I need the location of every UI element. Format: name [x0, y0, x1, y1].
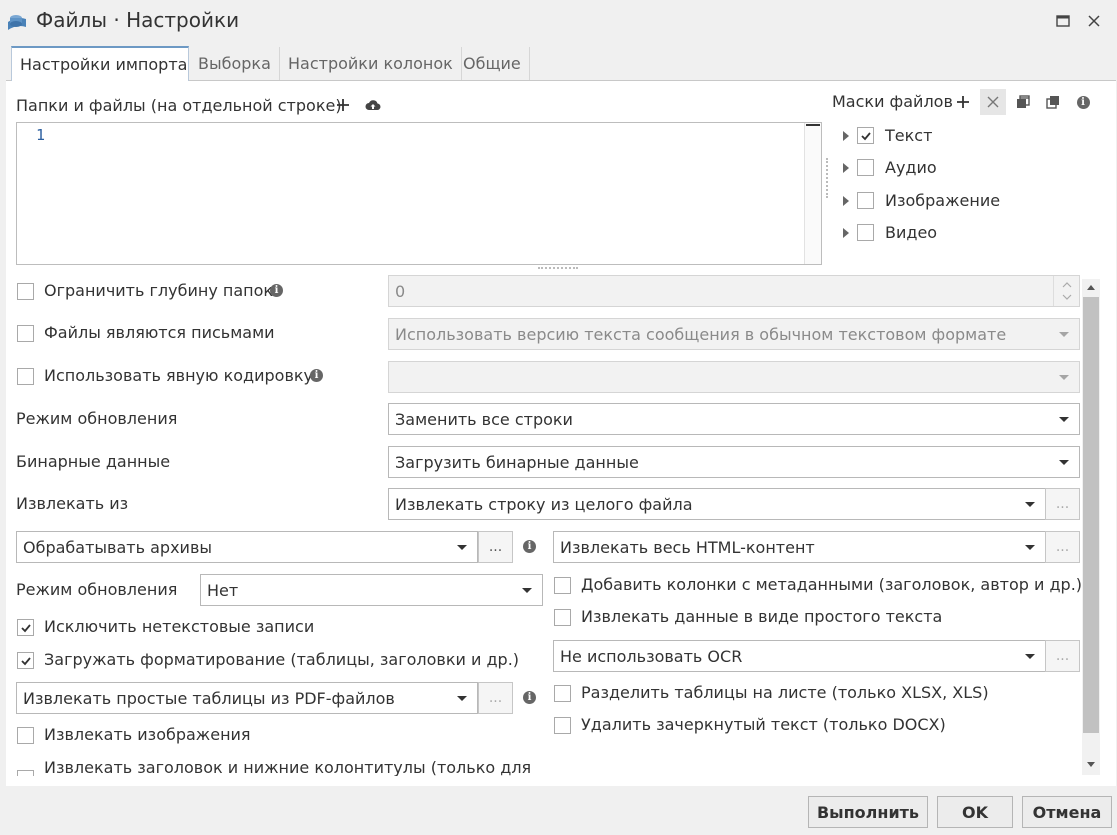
mask-video-label: Видео: [885, 223, 938, 242]
strikethrough-label: Удалить зачеркнутый текст (только DOCX): [581, 715, 946, 734]
emails-checkbox[interactable]: [17, 325, 34, 342]
masks-label: Маски файлов: [832, 92, 953, 111]
extract-images-checkbox[interactable]: [17, 727, 34, 744]
emails-label: Файлы являются письмами: [44, 323, 275, 342]
mask-audio-label: Аудио: [885, 158, 937, 177]
load-formatting-label: Загружать форматирование (таблицы, загол…: [44, 650, 520, 669]
tab-import-settings[interactable]: Настройки импорта: [11, 46, 189, 81]
ocr-select[interactable]: Не использовать OCR: [553, 640, 1046, 672]
pdf-tables-select[interactable]: Извлекать простые таблицы из PDF-файлов: [16, 682, 478, 714]
splitter-handle[interactable]: [826, 158, 829, 198]
load-formatting-checkbox[interactable]: [17, 652, 34, 669]
encoding-checkbox[interactable]: [17, 368, 34, 385]
depth-value: 0: [395, 281, 406, 301]
add-icon[interactable]: [333, 95, 353, 115]
depth-spinner[interactable]: 0: [388, 275, 1080, 307]
tab-selection[interactable]: Выборка: [190, 47, 280, 80]
binary-select[interactable]: Загрузить бинарные данные: [388, 446, 1080, 478]
metadata-cols-checkbox[interactable]: [554, 577, 571, 594]
limit-depth-label: Ограничить глубину папок: [44, 281, 274, 300]
update-mode2-select[interactable]: Нет: [200, 574, 543, 606]
mask-text-label: Текст: [885, 126, 933, 145]
remove-mask-icon[interactable]: [980, 89, 1006, 115]
update-mode2-value: Нет: [207, 580, 239, 600]
run-button[interactable]: Выполнить: [808, 796, 928, 828]
editor-scrollbar[interactable]: [804, 123, 821, 264]
copy-all-icon[interactable]: [1043, 92, 1063, 112]
html-select[interactable]: Извлекать весь HTML-контент: [553, 531, 1046, 563]
resize-handle[interactable]: [538, 267, 578, 270]
maximize-button[interactable]: [1052, 10, 1074, 32]
info-icon[interactable]: i: [523, 691, 536, 704]
update-mode2-label: Режим обновления: [16, 580, 178, 599]
split-tables-label: Разделить таблицы на листе (только XLSX,…: [581, 683, 989, 702]
title-bar: Файлы · Настройки: [0, 0, 1117, 44]
expand-arrow-icon[interactable]: [843, 228, 849, 238]
archives-more-button[interactable]: ...: [478, 531, 513, 563]
html-more-button[interactable]: ...: [1045, 531, 1080, 563]
update-mode-select[interactable]: Заменить все строки: [388, 403, 1080, 435]
headers-footers-checkbox[interactable]: [17, 770, 34, 776]
metadata-cols-label: Добавить колонки с метаданными (заголово…: [581, 575, 1083, 594]
info-icon[interactable]: i: [310, 369, 323, 382]
mask-text-checkbox[interactable]: [857, 127, 874, 144]
archives-select[interactable]: Обрабатывать архивы: [16, 531, 478, 563]
update-mode-label: Режим обновления: [16, 409, 178, 428]
window-title: Файлы · Настройки: [36, 8, 240, 32]
archives-value: Обрабатывать архивы: [23, 537, 213, 557]
ok-button[interactable]: OK: [937, 796, 1013, 828]
database-stack-icon: [6, 10, 28, 32]
expand-arrow-icon[interactable]: [843, 163, 849, 173]
tab-general[interactable]: Общие: [455, 47, 530, 80]
split-tables-checkbox[interactable]: [554, 685, 571, 702]
tab-column-settings[interactable]: Настройки колонок: [280, 47, 462, 80]
mask-image-checkbox[interactable]: [857, 192, 874, 209]
exclude-nontext-checkbox[interactable]: [17, 619, 34, 636]
extract-images-label: Извлекать изображения: [44, 725, 251, 744]
strikethrough-checkbox[interactable]: [554, 717, 571, 734]
extract-from-value: Извлекать строку из целого файла: [395, 494, 693, 514]
info-icon[interactable]: i: [1073, 92, 1093, 112]
email-version-select[interactable]: Использовать версию текста сообщения в о…: [388, 318, 1080, 350]
info-icon[interactable]: i: [270, 284, 283, 297]
headers-footers-label: Извлекать заголовок и нижние колонтитулы…: [44, 758, 532, 776]
cancel-button[interactable]: Отмена: [1022, 796, 1112, 828]
mask-image-label: Изображение: [885, 191, 1001, 210]
clip-region: Извлекать заголовок и нижние колонтитулы…: [0, 756, 1080, 776]
expand-arrow-icon[interactable]: [843, 131, 849, 141]
html-value: Извлекать весь HTML-контент: [560, 537, 815, 557]
exclude-nontext-label: Исключить нетекстовые записи: [44, 617, 315, 636]
cloud-upload-icon[interactable]: [363, 95, 383, 115]
limit-depth-checkbox[interactable]: [17, 283, 34, 300]
add-mask-icon[interactable]: [953, 92, 973, 112]
plain-text-checkbox[interactable]: [554, 609, 571, 626]
plain-text-label: Извлекать данные в виде простого текста: [581, 607, 943, 626]
ocr-value: Не использовать OCR: [560, 646, 743, 666]
pdf-tables-value: Извлекать простые таблицы из PDF-файлов: [23, 688, 395, 708]
binary-label: Бинарные данные: [16, 452, 171, 471]
extract-from-select[interactable]: Извлекать строку из целого файла: [388, 488, 1046, 520]
spinner-arrows[interactable]: [1053, 276, 1079, 306]
line-number: 1: [36, 126, 46, 144]
close-button[interactable]: [1083, 10, 1105, 32]
binary-value: Загрузить бинарные данные: [395, 452, 639, 472]
encoding-label: Использовать явную кодировку: [44, 366, 313, 385]
mask-audio-checkbox[interactable]: [857, 159, 874, 176]
mask-video-checkbox[interactable]: [857, 224, 874, 241]
encoding-select[interactable]: [388, 361, 1080, 393]
info-icon[interactable]: i: [523, 540, 536, 553]
folders-label: Папки и файлы (на отдельной строке): [16, 96, 342, 115]
extract-from-more-button[interactable]: ...: [1045, 488, 1080, 520]
ocr-more-button[interactable]: ...: [1045, 640, 1080, 672]
scrollbar-thumb[interactable]: [1083, 297, 1099, 733]
pdf-tables-more-button[interactable]: ...: [478, 682, 513, 714]
update-mode-value: Заменить все строки: [395, 409, 573, 429]
expand-arrow-icon[interactable]: [843, 196, 849, 206]
email-version-value: Использовать версию текста сообщения в о…: [395, 324, 1007, 344]
folders-editor[interactable]: [16, 122, 822, 265]
extract-from-label: Извлекать из: [16, 494, 129, 513]
copy-icon[interactable]: [1013, 92, 1033, 112]
